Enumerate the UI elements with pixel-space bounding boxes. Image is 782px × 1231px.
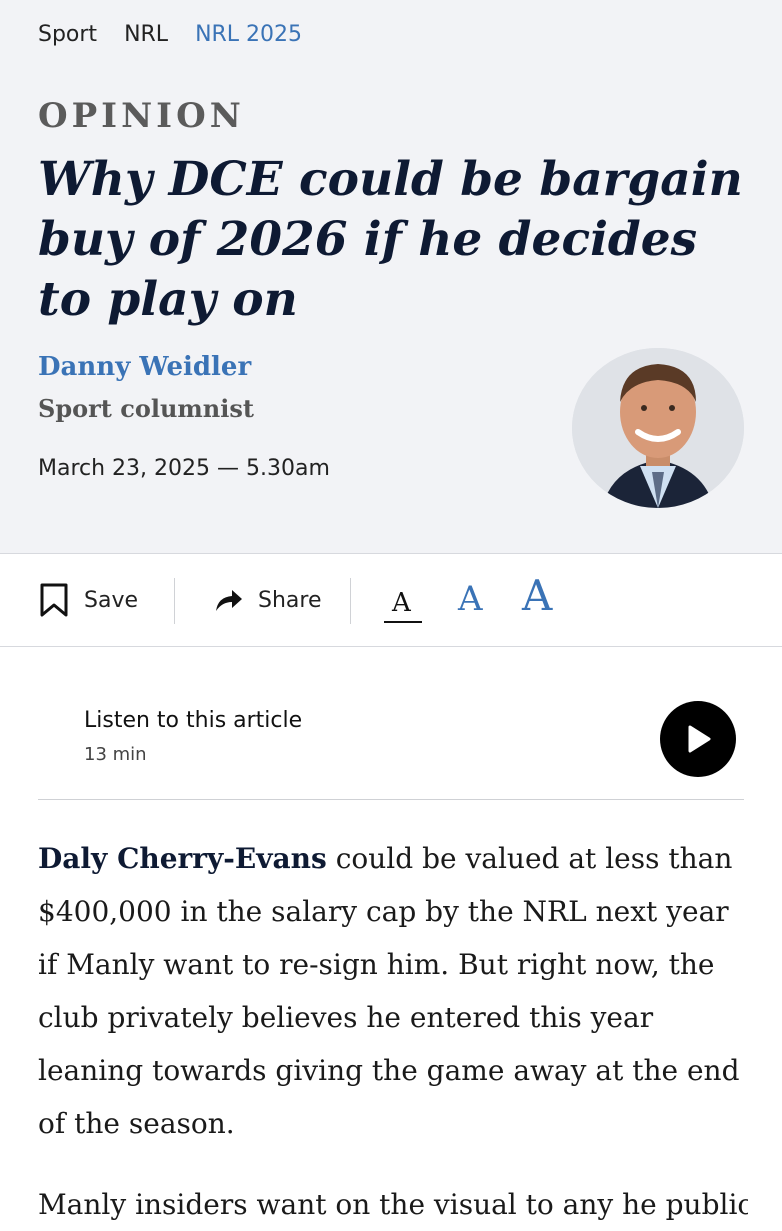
share-button[interactable]: Share — [214, 554, 322, 646]
author-avatar[interactable] — [572, 348, 744, 508]
toolbar-divider — [174, 578, 175, 624]
article-next-paragraph: Manly insiders want on the visual to any… — [38, 1188, 748, 1221]
article-headline: Why DCE could be bargain buy of 2026 if … — [38, 152, 743, 327]
share-label: Share — [258, 587, 322, 613]
publish-date: March 23, 2025 — 5.30am — [38, 456, 330, 481]
breadcrumb-nrl[interactable]: NRL — [124, 22, 168, 47]
bookmark-icon — [40, 583, 68, 617]
article-header: Sport NRL NRL 2025 OPINION Why DCE could… — [0, 0, 782, 554]
font-size-medium-label: A — [458, 579, 483, 619]
article-toolbar: Save Share A A A — [0, 554, 782, 647]
play-audio-button[interactable] — [660, 701, 736, 777]
section-divider — [38, 799, 744, 800]
breadcrumb-nrl-2025[interactable]: NRL 2025 — [195, 22, 302, 47]
toolbar-divider — [350, 578, 351, 624]
listen-duration: 13 min — [84, 744, 147, 765]
listen-title: Listen to this article — [84, 708, 303, 733]
author-name-link[interactable]: Danny Weidler — [38, 352, 251, 382]
opinion-kicker: OPINION — [38, 96, 245, 136]
font-size-small-label: A — [392, 588, 411, 618]
breadcrumb: Sport NRL NRL 2025 — [38, 22, 322, 47]
save-label: Save — [84, 587, 139, 613]
font-size-small-button[interactable]: A — [392, 588, 411, 618]
play-icon — [688, 725, 711, 753]
save-button[interactable]: Save — [38, 554, 138, 646]
author-photo-icon — [572, 348, 744, 508]
lead-player-name: Daly Cherry-Evans — [38, 842, 327, 875]
font-size-medium-button[interactable]: A — [458, 579, 483, 619]
font-size-large-label: A — [522, 571, 553, 620]
lead-paragraph-text: could be valued at less than $400,000 in… — [38, 842, 740, 1140]
font-size-selected-indicator — [384, 621, 422, 623]
share-arrow-icon — [216, 590, 242, 611]
font-size-large-button[interactable]: A — [522, 571, 552, 620]
article-lead-paragraph: Daly Cherry-Evans could be valued at les… — [38, 832, 748, 1150]
author-role: Sport columnist — [38, 394, 254, 423]
breadcrumb-sport[interactable]: Sport — [38, 22, 97, 47]
